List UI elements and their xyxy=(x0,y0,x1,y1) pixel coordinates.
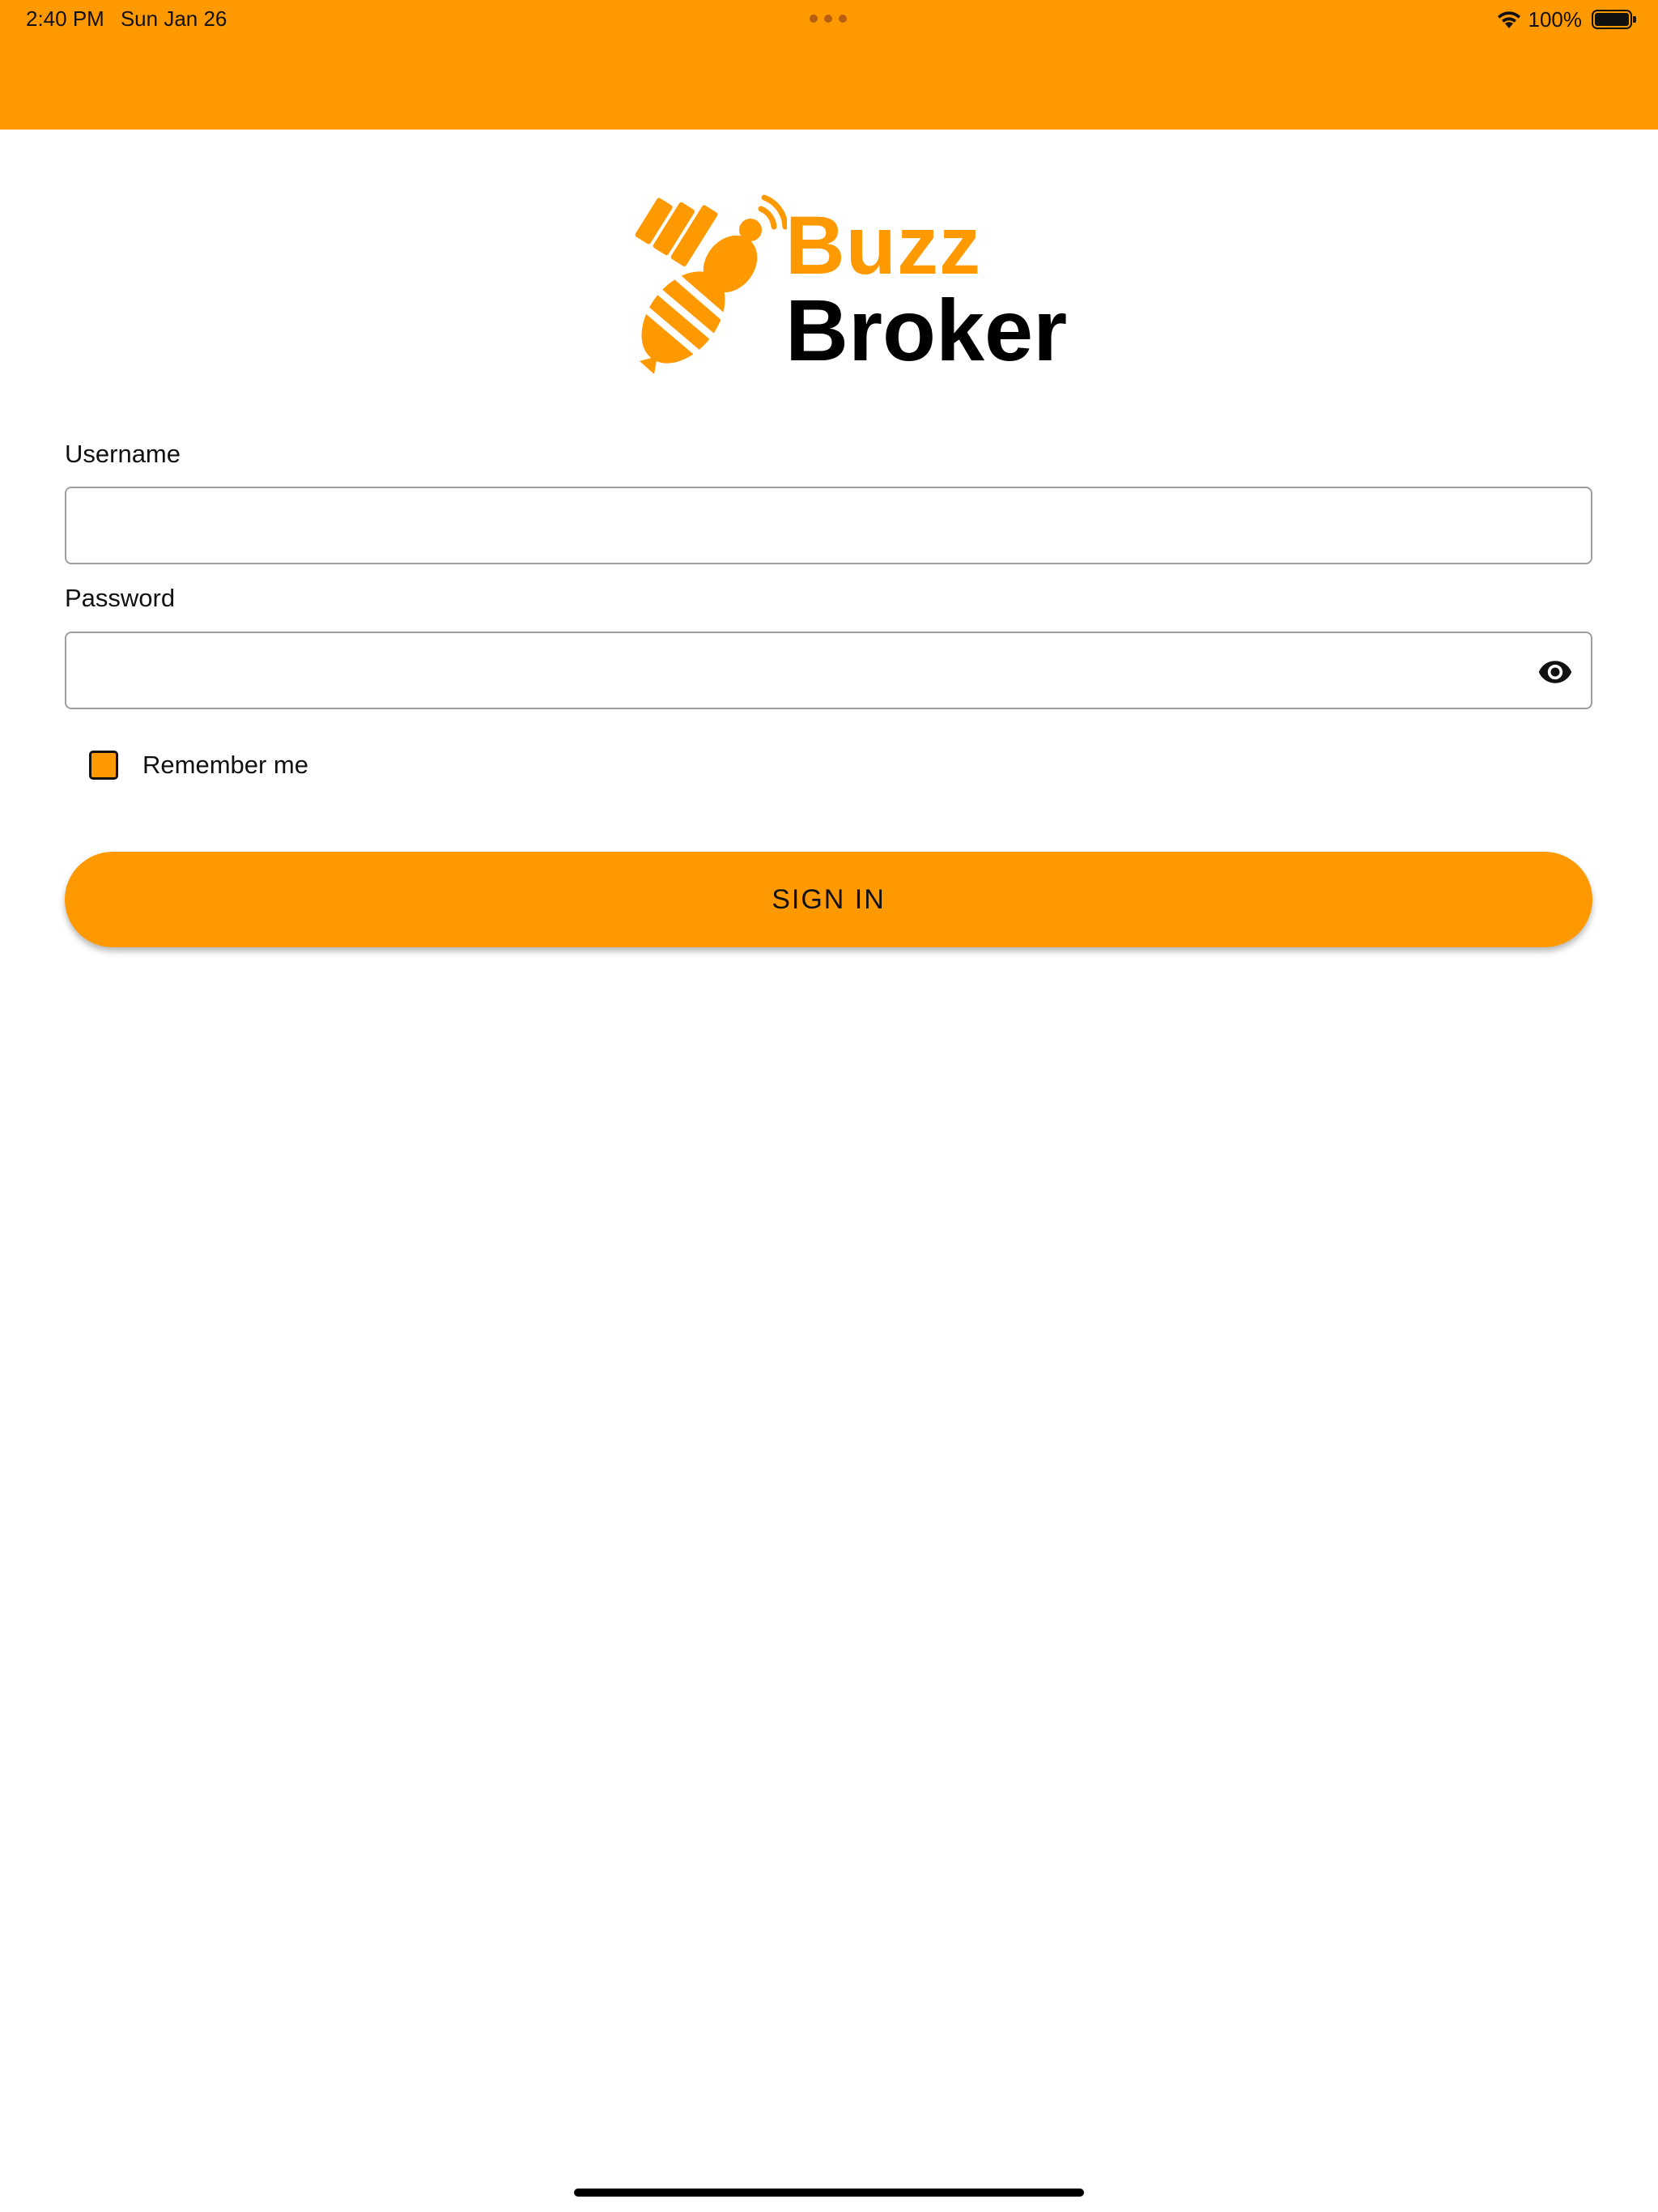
status-time-date: 2:40 PM Sun Jan 26 xyxy=(26,6,227,31)
remember-me-row[interactable]: Remember me xyxy=(89,747,308,784)
remember-me-label[interactable]: Remember me xyxy=(142,751,308,780)
battery-icon xyxy=(1592,10,1636,29)
remember-me-checkbox[interactable] xyxy=(89,751,118,780)
app-header: 2:40 PM Sun Jan 26 100% xyxy=(0,0,1658,130)
logo-buzz-text: Buzz xyxy=(785,199,981,291)
wifi-icon xyxy=(1497,11,1520,28)
sign-in-button[interactable]: SIGN IN xyxy=(65,852,1592,947)
password-input[interactable] xyxy=(65,632,1592,709)
logo-broker-text: Broker xyxy=(785,281,1068,379)
battery-percentage: 100% xyxy=(1528,6,1583,32)
status-indicators: 100% xyxy=(1496,6,1636,32)
buzz-broker-logo: Buzz Broker xyxy=(609,185,1067,387)
home-indicator[interactable] xyxy=(574,2189,1084,2197)
username-label: Username xyxy=(65,440,181,468)
password-label: Password xyxy=(65,584,176,612)
status-date: Sun Jan 26 xyxy=(120,6,227,31)
status-time: 2:40 PM xyxy=(26,6,104,31)
username-input[interactable] xyxy=(65,487,1592,564)
multitasking-dots-icon[interactable] xyxy=(810,15,847,23)
eye-icon[interactable] xyxy=(1537,654,1573,690)
bee-logo-icon xyxy=(635,194,787,374)
